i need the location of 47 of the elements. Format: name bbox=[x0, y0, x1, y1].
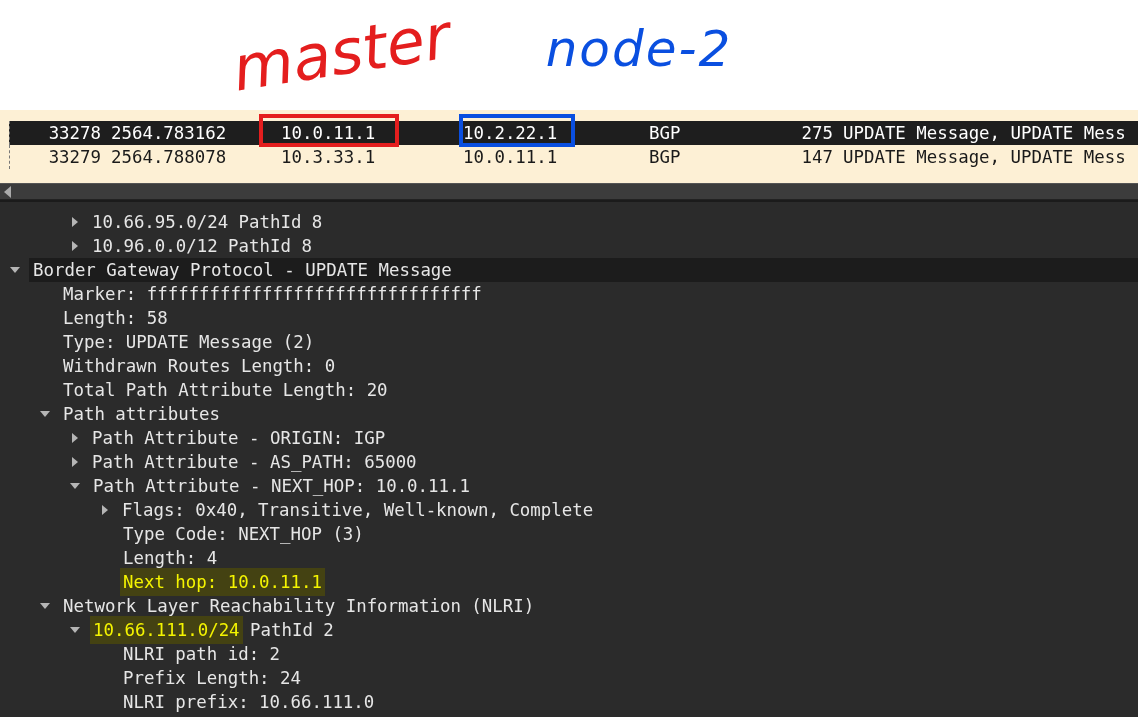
tree-item[interactable]: Border Gateway Protocol - UPDATE Message bbox=[29, 258, 1138, 282]
table-cell: 10.2.22.1 bbox=[463, 123, 558, 143]
tree-item[interactable]: NLRI path id: 2 bbox=[119, 642, 281, 666]
table-cell: BGP bbox=[649, 147, 681, 167]
table-cell: 10.0.11.1 bbox=[281, 123, 376, 143]
expand-icon[interactable] bbox=[72, 241, 78, 251]
packet-row[interactable]: 33279 2564.788078 10.3.33.1 10.0.11.1 BGP 147 UPDATE Message, UPDATE Mess bbox=[9, 145, 1138, 169]
table-cell: BGP bbox=[649, 123, 681, 143]
tree-item[interactable]: Total Path Attribute Length: 20 bbox=[59, 378, 388, 402]
table-cell: 147 bbox=[801, 147, 833, 167]
tree-item[interactable]: Length: 58 bbox=[59, 306, 168, 330]
tree-item[interactable]: Network Layer Reachability Information (NLRI) bbox=[59, 594, 535, 618]
table-cell: 33278 bbox=[48, 123, 101, 143]
tree-item[interactable]: Path attributes bbox=[59, 402, 221, 426]
handwritten-label: master bbox=[228, 5, 455, 101]
tree-item[interactable]: Type Code: NEXT_HOP (3) bbox=[119, 522, 364, 546]
tree-item[interactable]: Type: UPDATE Message (2) bbox=[59, 330, 315, 354]
collapse-icon[interactable] bbox=[40, 603, 50, 609]
packet-row[interactable]: 33278 2564.783162 10.0.11.1 10.2.22.1 BGP 275 UPDATE Message, UPDATE Mess bbox=[9, 121, 1138, 145]
table-cell: 275 bbox=[801, 123, 833, 143]
tree-item[interactable]: Flags: 0x40, Transitive, Well-known, Complete bbox=[118, 498, 594, 522]
tree-item[interactable]: Prefix Length: 24 bbox=[119, 666, 301, 690]
table-cell: 10.3.33.1 bbox=[281, 147, 376, 167]
tree-item[interactable]: Length: 4 bbox=[119, 546, 218, 570]
expand-icon[interactable] bbox=[72, 217, 78, 227]
tree-item[interactable]: Withdrawn Routes Length: 0 bbox=[59, 354, 336, 378]
handwritten-label: node-2 bbox=[545, 24, 733, 74]
table-cell: UPDATE Message, UPDATE Mess bbox=[843, 123, 1126, 143]
tree-item[interactable]: Path Attribute - AS_PATH: 65000 bbox=[88, 450, 417, 474]
table-cell: 10.0.11.1 bbox=[463, 147, 558, 167]
collapse-icon[interactable] bbox=[40, 411, 50, 417]
table-cell: UPDATE Message, UPDATE Mess bbox=[843, 147, 1126, 167]
tree-item[interactable]: Path Attribute - ORIGIN: IGP bbox=[88, 426, 386, 450]
tree-item[interactable]: Path Attribute - NEXT_HOP: 10.0.11.1 bbox=[89, 474, 470, 498]
collapse-icon[interactable] bbox=[70, 483, 80, 489]
tree-item[interactable]: 10.66.95.0/24 PathId 8 bbox=[88, 210, 323, 234]
collapse-icon[interactable] bbox=[70, 627, 80, 633]
tree-item[interactable]: 10.96.0.0/12 PathId 8 bbox=[88, 234, 312, 258]
expand-icon[interactable] bbox=[72, 457, 78, 467]
expand-icon[interactable] bbox=[72, 433, 78, 443]
table-cell: 2564.783162 bbox=[111, 123, 227, 143]
table-cell: 33279 bbox=[48, 147, 101, 167]
table-cell: 2564.788078 bbox=[111, 147, 227, 167]
tree-item[interactable]: NLRI prefix: 10.66.111.0 bbox=[119, 690, 375, 714]
expand-icon[interactable] bbox=[102, 505, 108, 515]
collapse-icon[interactable] bbox=[10, 267, 20, 273]
tree-item[interactable]: Marker: ffffffffffffffffffffffffffffffff bbox=[59, 282, 482, 306]
